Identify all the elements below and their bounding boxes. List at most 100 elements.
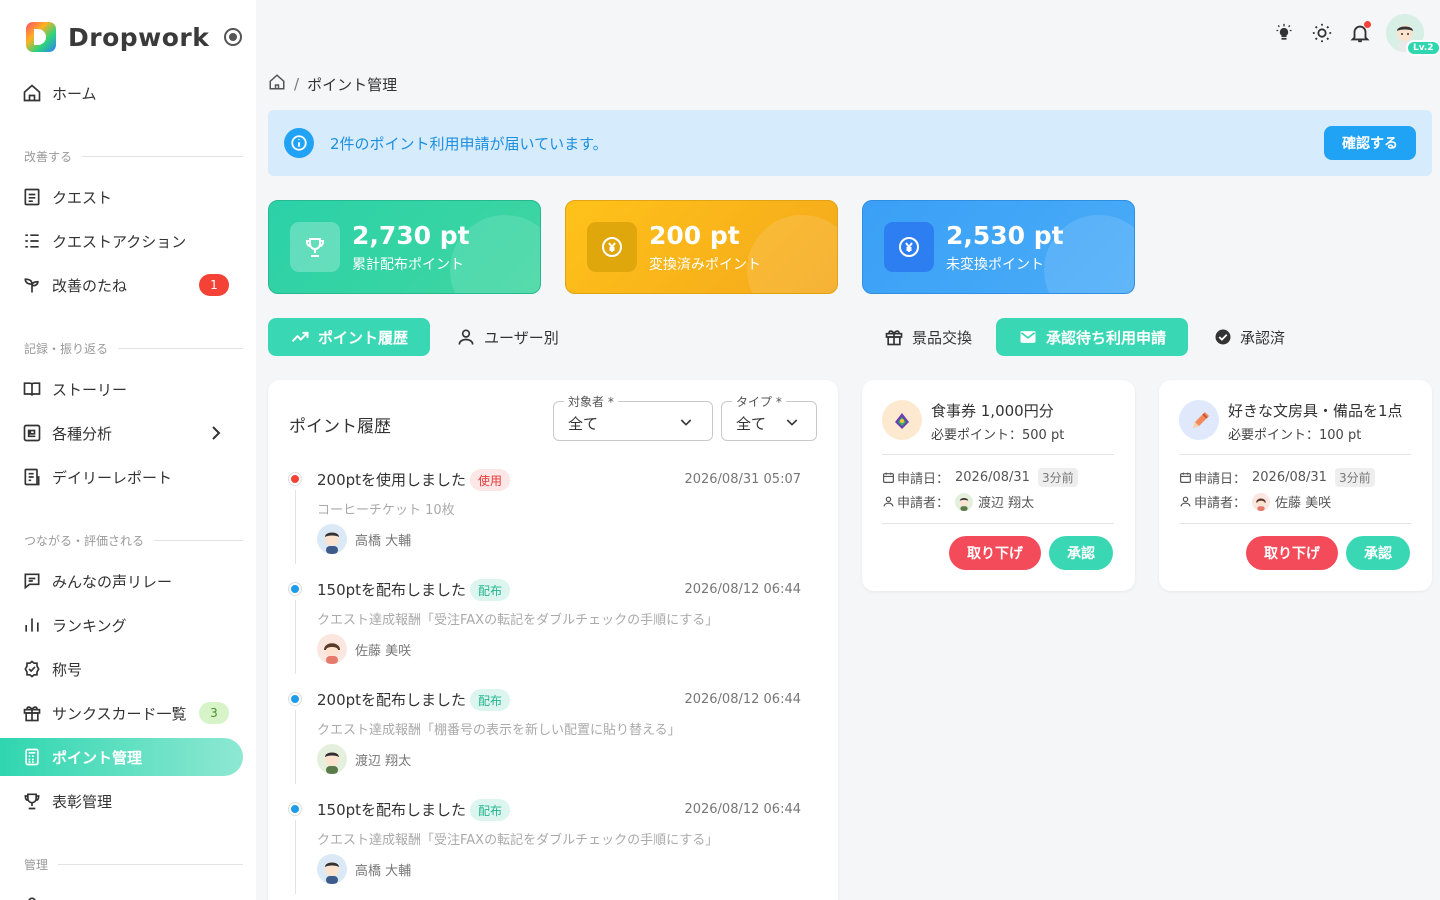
avatar xyxy=(317,524,347,554)
section-label-improve: 改善する xyxy=(24,148,243,165)
type-select[interactable]: タイプ * 全て xyxy=(721,393,817,441)
check-circle-icon xyxy=(1215,329,1231,345)
tab-approved[interactable]: 承認済 xyxy=(1214,318,1285,356)
user-icon xyxy=(22,895,42,900)
status-dot xyxy=(289,803,301,815)
history-item[interactable]: 200ptを配布しました 配布 2026/08/12 06:44 クエスト達成報… xyxy=(288,680,808,790)
nav-label: 称号 xyxy=(52,660,83,679)
status-dot xyxy=(289,693,301,705)
timeline-line xyxy=(295,600,296,674)
user-avatar-menu[interactable]: Lv.2 xyxy=(1386,14,1440,56)
stat-card-converted: 200 pt 変換済みポイント xyxy=(565,200,838,294)
bell-icon[interactable] xyxy=(1348,21,1372,45)
nav-home[interactable]: ホーム xyxy=(0,74,243,112)
sidebar: Dropwork ホーム 改善する クエスト クエストアクション 改善のたね 1… xyxy=(0,0,256,900)
required-points: 必要ポイント：100 pt xyxy=(1228,428,1362,443)
tab-by-user[interactable]: ユーザー別 xyxy=(456,318,559,356)
nav-improvement-seeds[interactable]: 改善のたね 1 xyxy=(0,266,243,304)
approve-button[interactable]: 承認 xyxy=(1346,536,1410,570)
date-label: 申請日： xyxy=(897,472,950,487)
withdraw-button[interactable]: 取り下げ xyxy=(949,536,1041,570)
history-item[interactable]: 150ptを配布しました 配布 2026/08/12 06:44 クエスト達成報… xyxy=(288,570,808,680)
nav-label: ホーム xyxy=(52,84,97,103)
app-logo[interactable]: Dropwork xyxy=(26,22,209,52)
app-name: Dropwork xyxy=(68,22,210,52)
withdraw-button[interactable]: 取り下げ xyxy=(1246,536,1338,570)
stat-label: 変換済みポイント xyxy=(649,257,761,273)
nav-point-management[interactable]: ポイント管理 xyxy=(0,738,243,776)
alert-message: 2件のポイント利用申請が届いています。 xyxy=(330,134,608,153)
tab-label: 承認済 xyxy=(1240,328,1286,347)
gift-icon xyxy=(22,703,42,723)
yen-coin-icon xyxy=(587,222,637,272)
user-icon xyxy=(1180,496,1191,507)
confirm-button[interactable]: 確認する xyxy=(1324,126,1416,160)
user-name: 佐藤 美咲 xyxy=(355,643,412,659)
nav-ranking[interactable]: ランキング xyxy=(0,606,243,644)
stat-value: 200 pt xyxy=(649,221,740,250)
history-date: 2026/08/12 06:44 xyxy=(684,582,801,597)
nav-titles[interactable]: 称号 xyxy=(0,650,243,688)
nav-label: クエスト xyxy=(52,188,113,207)
nav-label: みんなの声リレー xyxy=(52,572,173,591)
request-date: 2026/08/31 xyxy=(1252,470,1327,485)
stat-card-unconverted: 2,530 pt 未変換ポイント xyxy=(862,200,1135,294)
history-description: コーヒーチケット 10枚 xyxy=(317,503,455,518)
select-label: タイプ * xyxy=(732,393,786,410)
target-user-select[interactable]: 対象者 * 全て xyxy=(553,393,713,441)
sun-icon[interactable] xyxy=(1310,21,1334,45)
nav-label: デイリーレポート xyxy=(52,468,173,487)
type-tag: 配布 xyxy=(470,579,511,601)
time-ago: 3分前 xyxy=(1037,468,1078,487)
divider xyxy=(882,523,1114,524)
nav-thanks-cards[interactable]: サンクスカード一覧 3 xyxy=(0,694,243,732)
trophy-icon xyxy=(22,791,42,811)
nav-story[interactable]: ストーリー xyxy=(0,370,243,408)
applicant-row: 申請者： 佐藤 美咲 xyxy=(1179,492,1331,511)
avatar xyxy=(1252,492,1271,511)
notification-dot xyxy=(1364,21,1371,28)
section-label-connect: つながる・評価される xyxy=(24,532,243,549)
trend-icon xyxy=(291,331,309,342)
nav-admin-item-partial[interactable] xyxy=(0,886,243,900)
sprout-icon xyxy=(22,275,42,295)
sidebar-toggle-icon[interactable] xyxy=(224,28,242,46)
nav-quest[interactable]: クエスト xyxy=(0,178,243,216)
nav-label: サンクスカード一覧 xyxy=(52,704,187,723)
tab-pending-requests[interactable]: 承認待ち利用申請 xyxy=(996,318,1189,356)
approve-button[interactable]: 承認 xyxy=(1049,536,1113,570)
nav-label: ポイント管理 xyxy=(52,748,143,767)
divider xyxy=(1179,523,1411,524)
tab-prize-exchange[interactable]: 景品交換 xyxy=(884,318,972,356)
timeline-line xyxy=(295,490,296,564)
history-description: クエスト達成報酬「受注FAXの転記をダブルチェックの手順にする」 xyxy=(317,613,719,628)
applicant-label: 申請者： xyxy=(897,496,950,511)
nav-awards[interactable]: 表彰管理 xyxy=(0,782,243,820)
trophy-icon xyxy=(290,222,340,272)
bar-chart-icon xyxy=(22,615,42,635)
applicant-label: 申請者： xyxy=(1194,496,1247,511)
type-tag: 配布 xyxy=(470,799,511,821)
applicant-name: 渡辺 翔太 xyxy=(978,496,1035,511)
nav-quest-action[interactable]: クエストアクション xyxy=(0,222,243,260)
calculator-icon xyxy=(22,747,42,767)
logo-mark-icon xyxy=(26,22,56,52)
lightbulb-icon[interactable] xyxy=(1272,21,1296,45)
nav-analytics[interactable]: 各種分析 xyxy=(0,414,243,452)
history-title: 150ptを配布しました xyxy=(317,581,467,599)
applicant-name: 佐藤 美咲 xyxy=(1275,496,1332,511)
nav-label: クエストアクション xyxy=(52,232,187,251)
history-item[interactable]: 150ptを配布しました 配布 2026/08/12 06:44 クエスト達成報… xyxy=(288,790,808,900)
user-name: 渡辺 翔太 xyxy=(355,753,412,769)
home-icon[interactable] xyxy=(268,73,286,95)
stat-value: 2,530 pt xyxy=(946,221,1064,250)
calendar-icon xyxy=(883,472,894,483)
timeline-line xyxy=(295,820,296,894)
history-date: 2026/08/31 05:07 xyxy=(684,472,801,487)
nav-voice-relay[interactable]: みんなの声リレー xyxy=(0,562,243,600)
nav-daily-report[interactable]: デイリーレポート xyxy=(0,458,243,496)
message-icon xyxy=(22,571,42,591)
tab-point-history[interactable]: ポイント履歴 xyxy=(268,318,431,356)
request-title: 食事券 1,000円分 xyxy=(931,402,1054,420)
history-item[interactable]: 200ptを使用しました 使用 2026/08/31 05:07 コーヒーチケッ… xyxy=(288,460,808,570)
